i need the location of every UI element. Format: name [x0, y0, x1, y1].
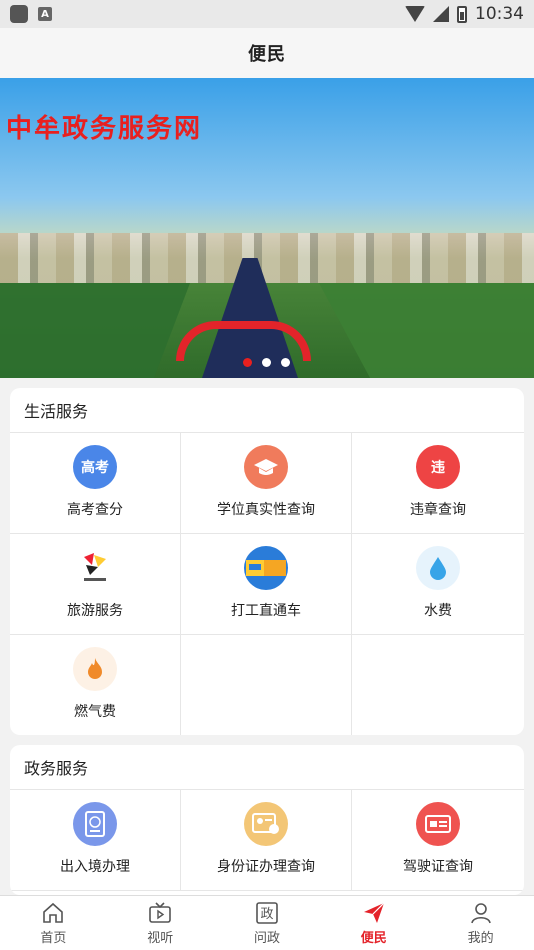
nav-label: 首页: [40, 930, 67, 946]
gov-icon: 政: [256, 901, 278, 924]
service-item-gaokao[interactable]: 高考 高考查分: [10, 433, 181, 534]
banner-greenery-left: [0, 283, 190, 378]
driver-license-icon: [416, 802, 460, 846]
nav-label: 视听: [147, 930, 174, 946]
service-item-id-card[interactable]: 身份证办理查询: [181, 790, 352, 891]
keyboard-a-icon: A: [38, 7, 52, 21]
job-bus-icon: [244, 546, 288, 590]
passport-icon: [73, 802, 117, 846]
service-label: 身份证办理查询: [217, 859, 315, 875]
nav-label: 问政: [253, 930, 280, 946]
banner-red-arch: [176, 321, 311, 361]
signal-icon: [433, 6, 449, 22]
home-icon: [43, 902, 64, 923]
service-item-violation[interactable]: 违 违章查询: [352, 433, 524, 534]
bottom-nav: 首页 视听 政 问政 便民 我的: [0, 895, 534, 950]
gov-services-card: 政务服务 出入境办理 身份证办理查询 驾驶证查询: [10, 745, 524, 895]
service-item-driver-license[interactable]: 驾驶证查询: [352, 790, 524, 891]
gov-services-title: 政务服务: [10, 745, 524, 790]
gaokao-icon: 高考: [73, 445, 117, 489]
nav-label: 便民: [360, 930, 387, 946]
service-item-gas[interactable]: 燃气费: [10, 635, 181, 735]
life-services-card: 生活服务 高考 高考查分 学位真实性查询 违 违章查询 旅游服务 打工直通车 水…: [10, 388, 524, 735]
battery-icon: [457, 5, 467, 23]
banner-skyline: [0, 233, 534, 283]
carousel-dot[interactable]: [243, 358, 252, 367]
service-item-travel[interactable]: 旅游服务: [10, 534, 181, 635]
nav-label: 我的: [467, 930, 494, 946]
page-title: 便民: [248, 44, 286, 65]
carousel-dots: [243, 358, 290, 367]
app-notification-icon: [10, 5, 28, 23]
carousel-dot[interactable]: [281, 358, 290, 367]
status-bar: A 10:34: [0, 0, 534, 28]
service-label: 燃气费: [74, 704, 116, 720]
gov-icon-glyph: 政: [260, 907, 273, 922]
service-item-water[interactable]: 水费: [352, 534, 524, 635]
user-icon: [470, 902, 491, 923]
service-item-entry-exit[interactable]: 出入境办理: [10, 790, 181, 891]
service-label: 出入境办理: [60, 859, 130, 875]
life-services-title: 生活服务: [10, 388, 524, 433]
service-item-degree-check[interactable]: 学位真实性查询: [181, 433, 352, 534]
status-time: 10:34: [475, 4, 524, 24]
graduation-cap-icon: [244, 445, 288, 489]
travel-logo-icon: [73, 546, 117, 590]
water-drop-icon: [416, 546, 460, 590]
service-label: 高考查分: [67, 502, 123, 518]
flame-icon: [73, 647, 117, 691]
banner-greenery-right: [319, 283, 534, 378]
empty-cell: [352, 635, 524, 735]
service-label: 学位真实性查询: [217, 502, 315, 518]
paper-plane-icon: [363, 902, 385, 923]
service-label: 违章查询: [410, 502, 466, 518]
id-card-icon: [244, 802, 288, 846]
empty-cell: [181, 635, 352, 735]
tv-icon: [149, 901, 171, 923]
traffic-violation-icon: 违: [416, 445, 460, 489]
carousel-dot[interactable]: [262, 358, 271, 367]
service-label: 驾驶证查询: [403, 859, 473, 875]
title-bar: 便民: [0, 28, 534, 78]
service-label: 旅游服务: [67, 603, 123, 619]
nav-item-media[interactable]: 视听: [107, 896, 214, 950]
nav-item-convenience[interactable]: 便民: [320, 896, 427, 950]
nav-item-inquiry[interactable]: 政 问政: [214, 896, 321, 950]
service-item-job-bus[interactable]: 打工直通车: [181, 534, 352, 635]
wifi-icon: [405, 6, 425, 22]
nav-item-profile[interactable]: 我的: [427, 896, 534, 950]
banner-carousel[interactable]: 中牟政务服务网: [0, 78, 534, 378]
service-label: 水费: [424, 603, 452, 619]
service-label: 打工直通车: [231, 603, 301, 619]
nav-item-home[interactable]: 首页: [0, 896, 107, 950]
banner-title: 中牟政务服务网: [6, 114, 203, 144]
